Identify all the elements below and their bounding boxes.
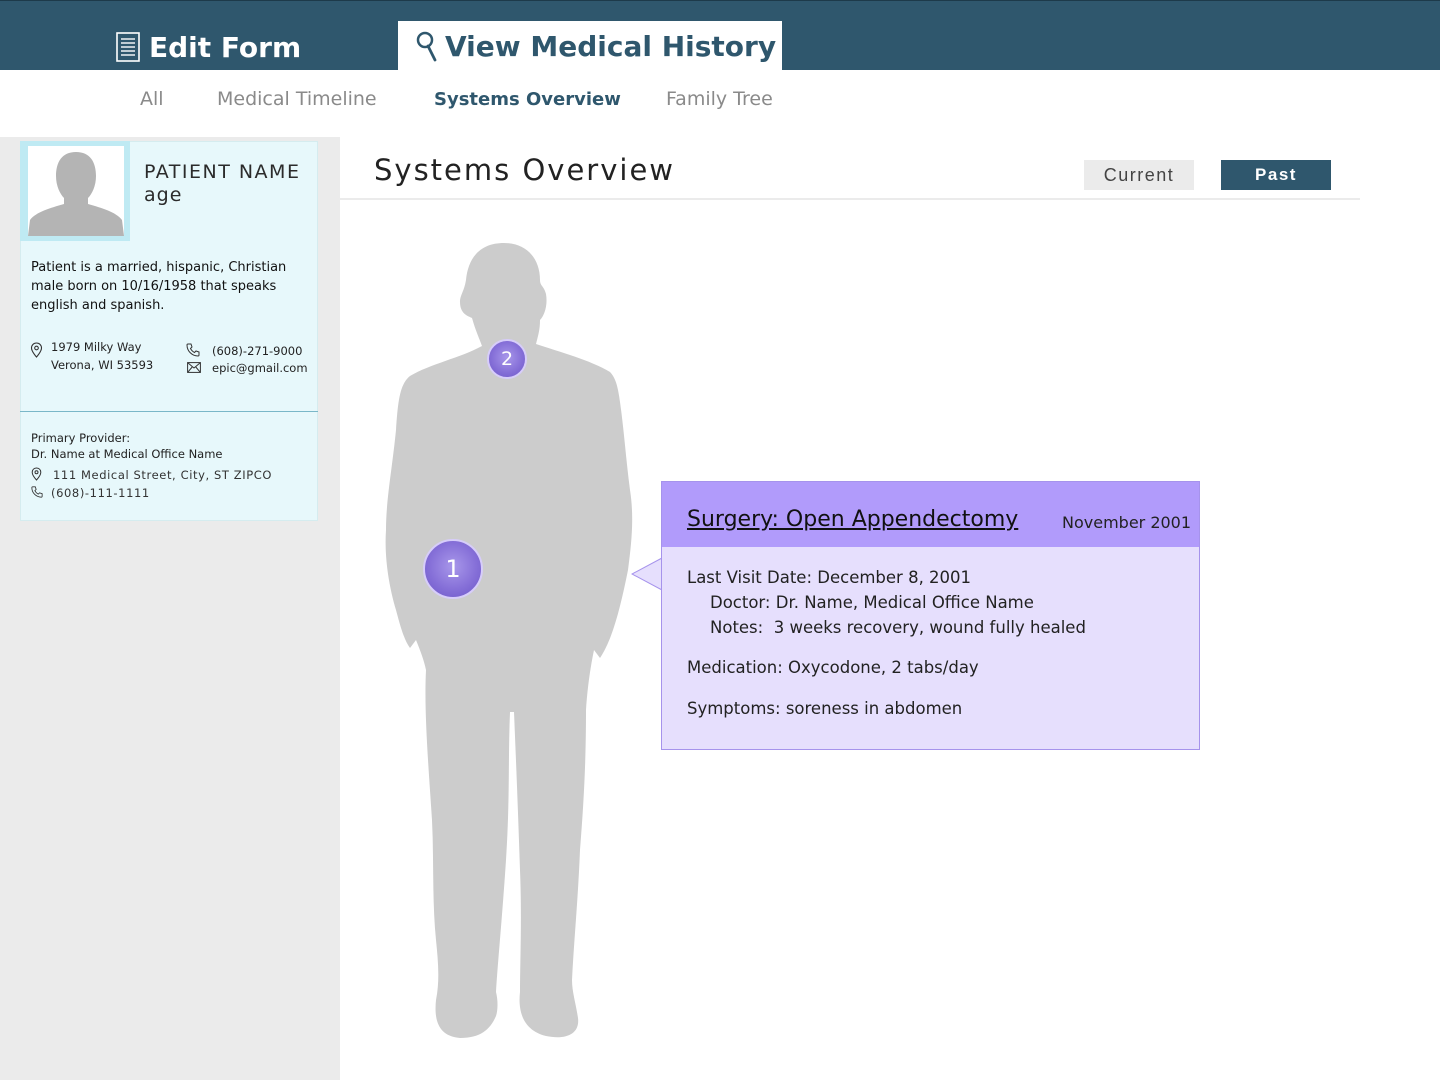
patient-phone: (608)-271-9000 <box>212 344 303 358</box>
avatar <box>20 141 130 241</box>
tab-view-medical-history[interactable]: View Medical History <box>398 21 782 72</box>
history-detail-popup: Surgery: Open Appendectomy November 2001… <box>661 481 1200 750</box>
sub-navigation: All Medical Timeline Systems Overview Fa… <box>0 71 1440 137</box>
provider-address: 111 Medical Street, City, ST ZIPCO <box>53 468 273 482</box>
popup-date: November 2001 <box>1062 513 1192 532</box>
person-silhouette-icon <box>28 152 124 236</box>
tab-edit-form-label: Edit Form <box>149 30 302 64</box>
patient-address-line1: 1979 Milky Way <box>51 340 142 354</box>
subnav-item-all[interactable]: All <box>140 88 164 110</box>
phone-icon <box>31 486 43 498</box>
popup-notes: Notes: 3 weeks recovery, wound fully hea… <box>710 618 1086 637</box>
document-icon <box>116 32 140 62</box>
page-title: Systems Overview <box>374 153 676 187</box>
popup-title-link[interactable]: Surgery: Open Appendectomy <box>687 507 1018 532</box>
patient-address-line2: Verona, WI 53593 <box>51 358 154 372</box>
top-header: Edit Form View Medical History <box>0 0 1440 72</box>
patient-age: age <box>144 184 183 206</box>
popup-header: Surgery: Open Appendectomy November 2001 <box>662 482 1199 547</box>
popup-doctor: Doctor: Dr. Name, Medical Office Name <box>710 593 1034 612</box>
popup-symptoms: Symptoms: soreness in abdomen <box>687 699 963 718</box>
body-marker-1[interactable]: 1 <box>423 539 483 599</box>
title-divider <box>340 198 1360 200</box>
location-pin-icon <box>31 467 42 481</box>
patient-email[interactable]: epic@gmail.com <box>212 361 308 375</box>
tab-edit-form[interactable]: Edit Form <box>116 23 301 71</box>
subnav-item-systems-overview[interactable]: Systems Overview <box>434 89 621 110</box>
card-divider <box>20 411 318 412</box>
current-toggle-button[interactable]: Current <box>1084 160 1194 190</box>
popup-last-visit: Last Visit Date: December 8, 2001 <box>687 568 972 587</box>
location-pin-icon <box>30 342 43 358</box>
envelope-icon <box>187 362 201 373</box>
popup-pointer <box>631 557 663 591</box>
body-marker-2[interactable]: 2 <box>487 339 527 379</box>
provider-phone: (608)-111-1111 <box>51 486 150 500</box>
subnav-item-medical-timeline[interactable]: Medical Timeline <box>217 88 377 110</box>
past-toggle-button[interactable]: Past <box>1221 160 1331 190</box>
patient-name: PATIENT NAME <box>144 161 301 183</box>
popup-medication: Medication: Oxycodone, 2 tabs/day <box>687 658 979 677</box>
phone-icon <box>186 343 200 357</box>
subnav-item-family-tree[interactable]: Family Tree <box>666 88 773 110</box>
provider-name: Dr. Name at Medical Office Name <box>31 447 223 461</box>
tab-view-medical-history-label: View Medical History <box>445 30 777 63</box>
patient-bio: Patient is a married, hispanic, Christia… <box>31 260 287 313</box>
search-icon <box>416 31 437 61</box>
provider-label: Primary Provider: <box>31 431 131 445</box>
